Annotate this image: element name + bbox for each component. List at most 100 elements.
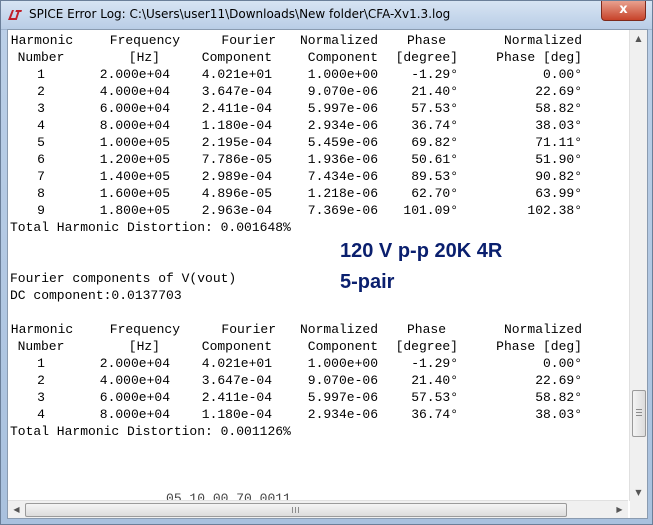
table1-row: 4 8.000e+04 1.180e-04 2.934e-06 36.74° 38.03° [10, 117, 610, 134]
table2-row-cell: 9.070e-06 [307, 373, 378, 388]
table1-header-line1-cell: Normalized [299, 33, 378, 48]
table1-header-line2-cell: Phase [deg] [496, 50, 582, 65]
table2-header-line2-cell: Component [201, 339, 272, 354]
table2-row-cell: 0.00° [542, 356, 582, 371]
table2-row-cell: 3 [37, 390, 45, 405]
spice-error-log-window: SPICE Error Log: C:\Users\user11\Downloa… [0, 0, 653, 525]
table2-row-cell: 2.000e+04 [99, 356, 170, 371]
thd-line-2: Total Harmonic Distortion: 0.001126% [10, 424, 291, 439]
table2-row-cell: 21.40° [411, 373, 458, 388]
table1-header-line1-cell: Frequency [109, 33, 180, 48]
table1-row-cell: 7.786e-05 [201, 152, 272, 167]
annotation-line-1: 120 V p-p 20K 4R [340, 240, 503, 262]
table1-row-cell: 4.021e+01 [201, 67, 272, 82]
close-button[interactable]: x [601, 1, 646, 21]
table1-row-cell: 4.896e-05 [201, 186, 272, 201]
table1-row-cell: 9 [37, 203, 45, 218]
table1-header-line1-cell: Phase [406, 33, 446, 48]
table1-row-cell: 1.000e+00 [307, 67, 378, 82]
table1-row-cell: 3.647e-04 [201, 84, 272, 99]
table1-row-cell: 2.934e-06 [307, 118, 378, 133]
table2-header-line1-cell: Phase [406, 322, 446, 337]
table1-row-cell: 8 [37, 186, 45, 201]
scroll-right-arrow-icon[interactable]: ▶ [611, 501, 628, 518]
table2-row-cell: 5.997e-06 [307, 390, 378, 405]
table1-row-cell: 2.000e+04 [99, 67, 170, 82]
table1-row-cell: 62.70° [411, 186, 458, 201]
table1-row-cell: 50.61° [411, 152, 458, 167]
table1-row-cell: 0.00° [542, 67, 582, 82]
table1-row-cell: 51.90° [535, 152, 582, 167]
table1-header-line1: Harmonic Frequency Fourier Normalized Phase N… [10, 32, 610, 49]
table2-row-cell: 3.647e-04 [201, 373, 272, 388]
table1-row-cell: 1.800e+05 [99, 203, 170, 218]
table1-header-line1-cell: Harmonic [10, 33, 74, 48]
table2-row-cell: 4.021e+01 [201, 356, 272, 371]
table1-row-cell: 69.82° [411, 135, 458, 150]
table1-row-cell: 9.070e-06 [307, 84, 378, 99]
table1-row: 2 4.000e+04 3.647e-04 9.070e-06 21.40° 22.69° [10, 83, 610, 100]
table1-row: 5 1.000e+05 2.195e-04 5.459e-06 69.82° 71.11° [10, 134, 610, 151]
table1-row-cell: 22.69° [535, 84, 582, 99]
table1-row-cell: 1.600e+05 [99, 186, 170, 201]
table2-header-line2-cell: Component [307, 339, 378, 354]
table2-header-line2-cell: [degree] [395, 339, 458, 354]
annotation-line-2: 5-pair [340, 271, 395, 293]
scroll-up-arrow-icon[interactable]: ▲ [630, 30, 647, 47]
table2-header-line1-cell: Normalized [503, 322, 582, 337]
table2-row: 1 2.000e+04 4.021e+01 1.000e+00 -1.29° 0.00° [10, 355, 610, 372]
table2-row: 3 6.000e+04 2.411e-04 5.997e-06 57.53° 58.82° [10, 389, 610, 406]
table2-header-line2-cell: Number [17, 339, 65, 354]
table1-row-cell: 89.53° [411, 169, 458, 184]
vertical-scroll-thumb[interactable] [632, 390, 646, 437]
table2-header-line2-cell: Phase [deg] [496, 339, 582, 354]
table1-row-cell: 2.195e-04 [201, 135, 272, 150]
table1-row-cell: 63.99° [535, 186, 582, 201]
table2-row: 2 4.000e+04 3.647e-04 9.070e-06 21.40° 22.69° [10, 372, 610, 389]
table2-header-line1: Harmonic Frequency Fourier Normalized Phase N… [10, 321, 610, 338]
table2-row-cell: 38.03° [535, 407, 582, 422]
table1-header-line2: Number [Hz] Component Component [degree] Phas… [10, 49, 610, 66]
table2-header-line2: Number [Hz] Component Component [degree] Phas… [10, 338, 610, 355]
table2-row-cell: 2 [37, 373, 45, 388]
table1-row-cell: 71.11° [535, 135, 582, 150]
table1-header-line2-cell: [degree] [395, 50, 458, 65]
table2-header-line1-cell: Frequency [109, 322, 180, 337]
table2-header-line1-cell: Fourier [221, 322, 276, 337]
log-text-area[interactable]: 120 V p-p 20K 4R 5-pair 05 10 00 70 0011… [8, 30, 628, 501]
table1-row-cell: 1.000e+05 [99, 135, 170, 150]
scroll-left-arrow-icon[interactable]: ◀ [8, 501, 25, 518]
table1-row-cell: 5 [37, 135, 45, 150]
log-view[interactable]: 120 V p-p 20K 4R 5-pair 05 10 00 70 0011… [7, 29, 648, 519]
table1-row-cell: 5.459e-06 [307, 135, 378, 150]
table1-row-cell: 2.411e-04 [201, 101, 272, 116]
close-icon: x [619, 2, 628, 17]
table2-header-line2-cell: [Hz] [128, 339, 160, 354]
table2-header-line1-cell: Harmonic [10, 322, 74, 337]
table2-row-cell: 57.53° [411, 390, 458, 405]
table1-row-cell: 7.434e-06 [307, 169, 378, 184]
scrollbar-corner [630, 501, 647, 518]
table2-row-cell: 2.411e-04 [201, 390, 272, 405]
table1-row-cell: 4 [37, 118, 45, 133]
title-bar[interactable]: SPICE Error Log: C:\Users\user11\Downloa… [1, 1, 652, 30]
vertical-scrollbar[interactable]: ▲ ▼ [629, 30, 647, 501]
table1-row-cell: 90.82° [535, 169, 582, 184]
table1-row: 8 1.600e+05 4.896e-05 1.218e-06 62.70° 63.99° [10, 185, 610, 202]
table1-row-cell: 3 [37, 101, 45, 116]
table1-header-line1-cell: Fourier [221, 33, 276, 48]
table2-row-cell: -1.29° [411, 356, 458, 371]
table1-row-cell: 1.218e-06 [307, 186, 378, 201]
table1-row: 1 2.000e+04 4.021e+01 1.000e+00 -1.29° 0.00° [10, 66, 610, 83]
table1-header-line2-cell: Component [201, 50, 272, 65]
table2-row-cell: 58.82° [535, 390, 582, 405]
horizontal-scroll-thumb[interactable] [25, 503, 567, 517]
table2-row-cell: 4.000e+04 [99, 373, 170, 388]
table1-row-cell: 2 [37, 84, 45, 99]
horizontal-scrollbar[interactable]: ◀ ▶ [8, 500, 628, 518]
table1-row-cell: 7 [37, 169, 45, 184]
table2-row: 4 8.000e+04 1.180e-04 2.934e-06 36.74° 38.03° [10, 406, 610, 423]
table1-header-line2-cell: [Hz] [128, 50, 160, 65]
table1-row-cell: 2.963e-04 [201, 203, 272, 218]
scroll-down-arrow-icon[interactable]: ▼ [630, 484, 647, 501]
